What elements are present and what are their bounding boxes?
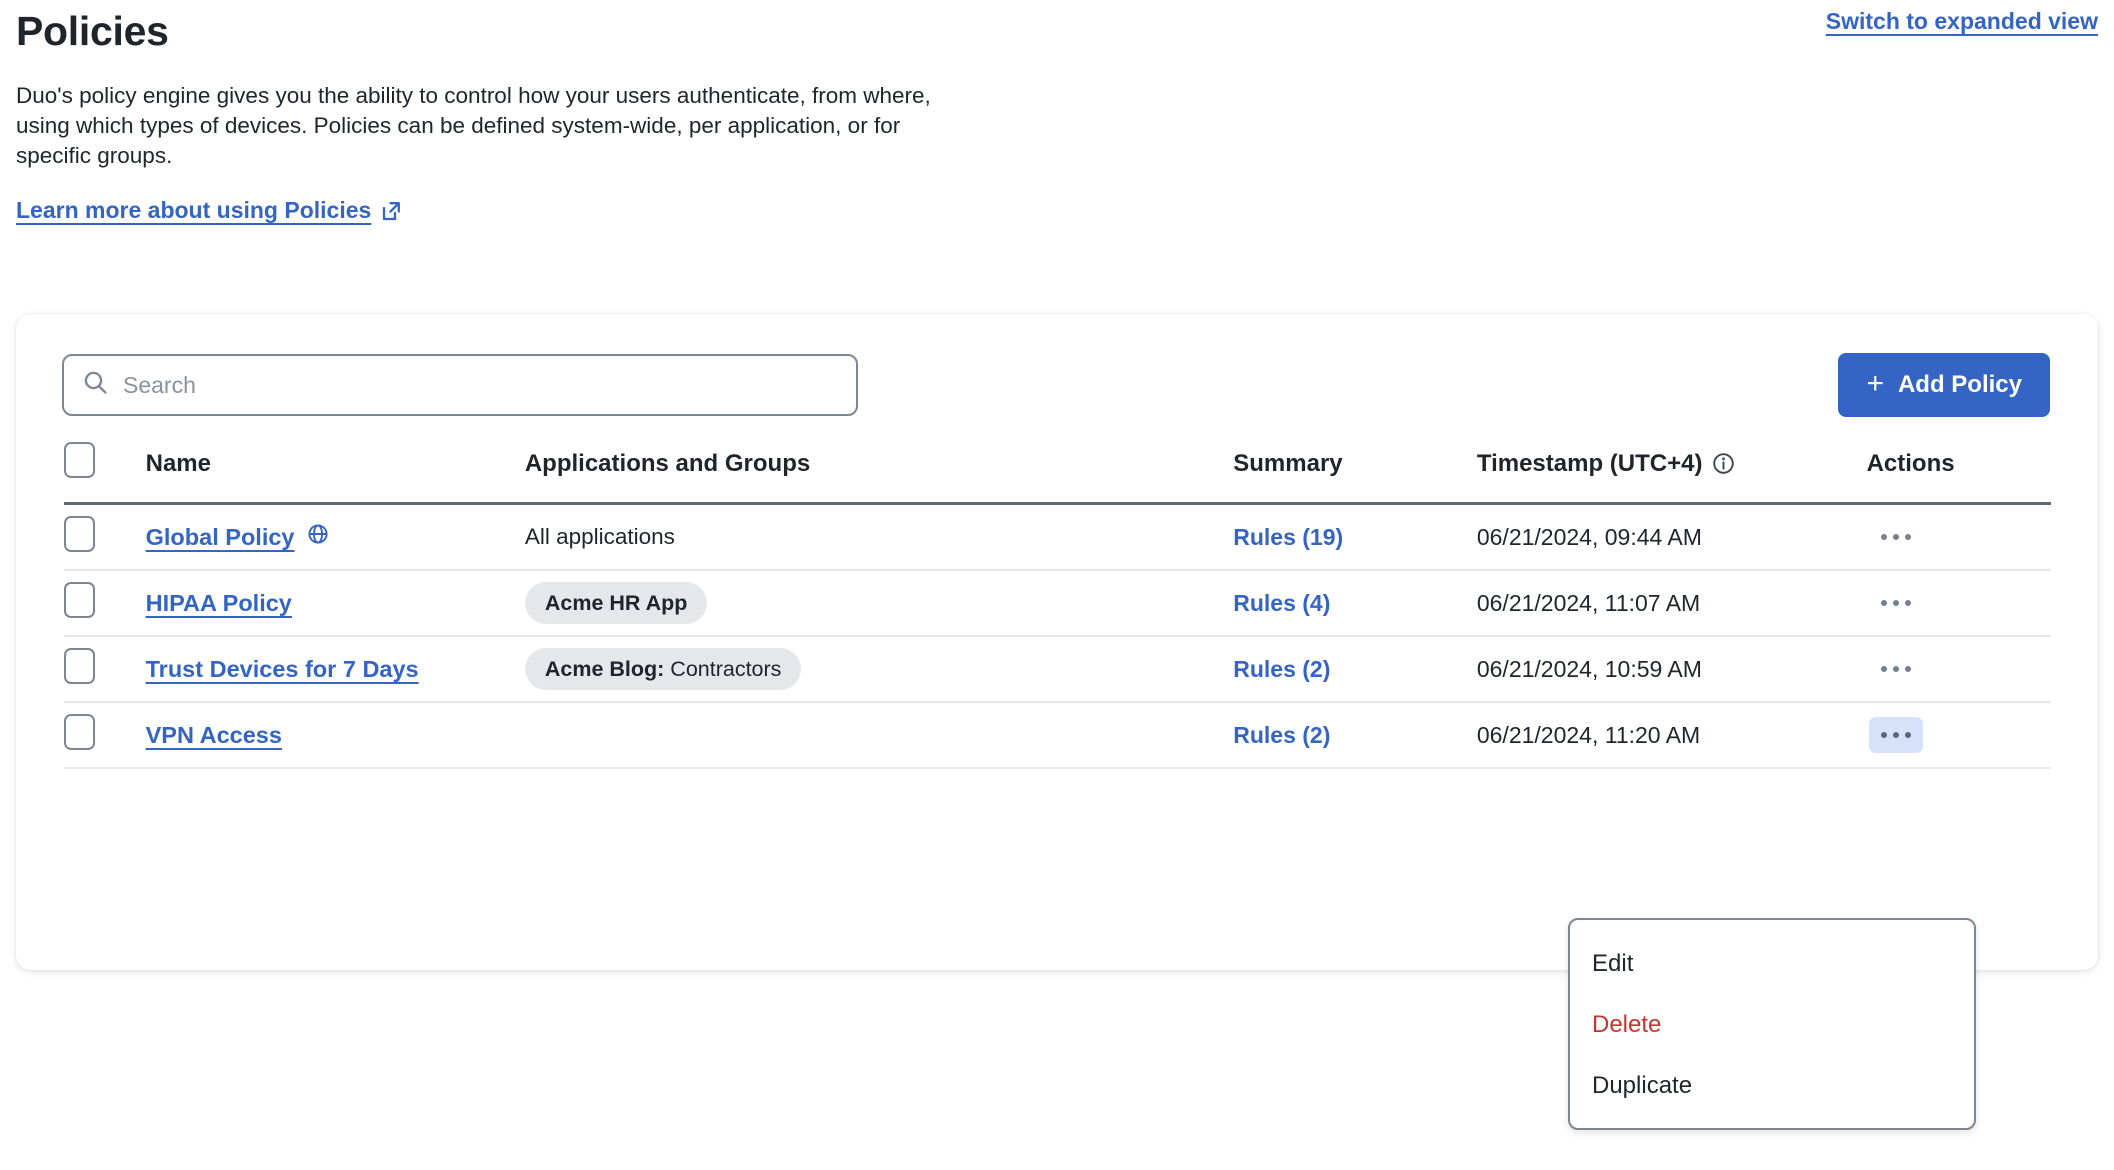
rules-link[interactable]: Rules (19) <box>1233 524 1343 550</box>
timestamp-text: 06/21/2024, 11:07 AM <box>1477 590 1700 616</box>
column-header-applications-and-groups[interactable]: Applications and Groups <box>525 442 1233 504</box>
row-applications-cell: Acme HR App <box>525 570 1233 636</box>
application-chip: Acme Blog: Contractors <box>525 648 802 691</box>
row-actions-cell <box>1867 702 2051 768</box>
application-chip-rest: Contractors <box>664 657 781 681</box>
column-header-select <box>64 442 146 504</box>
policy-name-link[interactable]: VPN Access <box>146 722 282 749</box>
row-select-cell <box>64 570 146 636</box>
policies-card: + Add Policy Name Applications and Group… <box>16 314 2098 970</box>
application-chip-bold: Acme HR App <box>545 591 688 615</box>
row-actions-cell <box>1867 570 2051 636</box>
row-summary-cell: Rules (2) <box>1233 702 1477 768</box>
row-checkbox[interactable] <box>64 582 95 618</box>
row-select-cell <box>64 504 146 571</box>
row-name-cell: Trust Devices for 7 Days <box>146 636 525 702</box>
row-summary-cell: Rules (4) <box>1233 570 1477 636</box>
row-name-cell: Global Policy <box>146 504 525 571</box>
column-header-timestamp[interactable]: Timestamp (UTC+4) <box>1477 442 1867 504</box>
row-actions-context-menu: Edit Delete Duplicate <box>1568 918 1976 1130</box>
table-row: HIPAA Policy Acme HR App Rules (4) 06/21… <box>64 570 2051 636</box>
row-name-cell: HIPAA Policy <box>146 570 525 636</box>
add-policy-label: Add Policy <box>1898 371 2022 399</box>
timestamp-text: 06/21/2024, 09:44 AM <box>1477 524 1702 550</box>
context-menu-item-delete[interactable]: Delete <box>1570 995 1974 1056</box>
applications-text: All applications <box>525 524 675 549</box>
row-actions-kebab-icon[interactable] <box>1869 651 1923 687</box>
select-all-checkbox[interactable] <box>64 442 95 478</box>
row-timestamp-cell: 06/21/2024, 09:44 AM <box>1477 504 1867 571</box>
row-timestamp-cell: 06/21/2024, 10:59 AM <box>1477 636 1867 702</box>
row-applications-cell: All applications <box>525 504 1233 571</box>
learn-more-link[interactable]: Learn more about using Policies <box>16 197 402 224</box>
row-select-cell <box>64 702 146 768</box>
column-header-timestamp-label: Timestamp (UTC+4) <box>1477 450 1703 478</box>
policy-name-link[interactable]: Trust Devices for 7 Days <box>146 656 419 683</box>
application-chip-bold: Acme Blog: <box>545 657 664 681</box>
add-policy-button[interactable]: + Add Policy <box>1838 353 2050 417</box>
info-icon[interactable] <box>1712 452 1735 475</box>
card-toolbar: + Add Policy <box>16 314 2098 417</box>
row-actions-cell <box>1867 636 2051 702</box>
search-input[interactable] <box>123 372 838 399</box>
timestamp-text: 06/21/2024, 11:20 AM <box>1477 722 1700 748</box>
rules-link[interactable]: Rules (4) <box>1233 590 1330 616</box>
search-icon <box>82 369 109 401</box>
row-applications-cell: Acme Blog: Contractors <box>525 636 1233 702</box>
row-checkbox[interactable] <box>64 516 95 552</box>
page-description: Duo's policy engine gives you the abilit… <box>16 81 976 171</box>
globe-icon <box>306 522 330 552</box>
application-chip: Acme HR App <box>525 582 708 625</box>
table-row: Trust Devices for 7 Days Acme Blog: Cont… <box>64 636 2051 702</box>
context-menu-item-duplicate[interactable]: Duplicate <box>1570 1056 1974 1117</box>
switch-to-expanded-view-link[interactable]: Switch to expanded view <box>1826 8 2098 35</box>
row-select-cell <box>64 636 146 702</box>
rules-link[interactable]: Rules (2) <box>1233 722 1330 748</box>
row-actions-kebab-icon[interactable] <box>1869 585 1923 621</box>
row-timestamp-cell: 06/21/2024, 11:07 AM <box>1477 570 1867 636</box>
page-header: Policies Switch to expanded view Duo's p… <box>0 0 2114 224</box>
row-checkbox[interactable] <box>64 648 95 684</box>
table-header-row: Name Applications and Groups Summary Tim… <box>64 442 2051 504</box>
external-link-icon <box>380 200 402 222</box>
row-applications-cell <box>525 702 1233 768</box>
table-row: Global Policy All applications <box>64 504 2051 571</box>
row-actions-cell <box>1867 504 2051 571</box>
rules-link[interactable]: Rules (2) <box>1233 656 1330 682</box>
row-actions-kebab-icon-active[interactable] <box>1869 717 1923 753</box>
column-header-summary[interactable]: Summary <box>1233 442 1477 504</box>
page-title: Policies <box>16 0 2098 55</box>
policy-name-link[interactable]: HIPAA Policy <box>146 590 292 617</box>
column-header-actions: Actions <box>1867 442 2051 504</box>
row-summary-cell: Rules (2) <box>1233 636 1477 702</box>
row-checkbox[interactable] <box>64 714 95 750</box>
policies-table: Name Applications and Groups Summary Tim… <box>64 442 2051 769</box>
search-box[interactable] <box>62 354 858 416</box>
context-menu-item-edit[interactable]: Edit <box>1570 934 1974 995</box>
column-header-name[interactable]: Name <box>146 442 525 504</box>
row-timestamp-cell: 06/21/2024, 11:20 AM <box>1477 702 1867 768</box>
row-actions-kebab-icon[interactable] <box>1869 519 1923 555</box>
learn-more-label: Learn more about using Policies <box>16 197 371 224</box>
timestamp-text: 06/21/2024, 10:59 AM <box>1477 656 1702 682</box>
policy-name-link[interactable]: Global Policy <box>146 524 295 551</box>
table-row: VPN Access Rules (2) 06/21/2024, 11:20 A… <box>64 702 2051 768</box>
row-summary-cell: Rules (19) <box>1233 504 1477 571</box>
plus-icon: + <box>1866 369 1884 399</box>
row-name-cell: VPN Access <box>146 702 525 768</box>
